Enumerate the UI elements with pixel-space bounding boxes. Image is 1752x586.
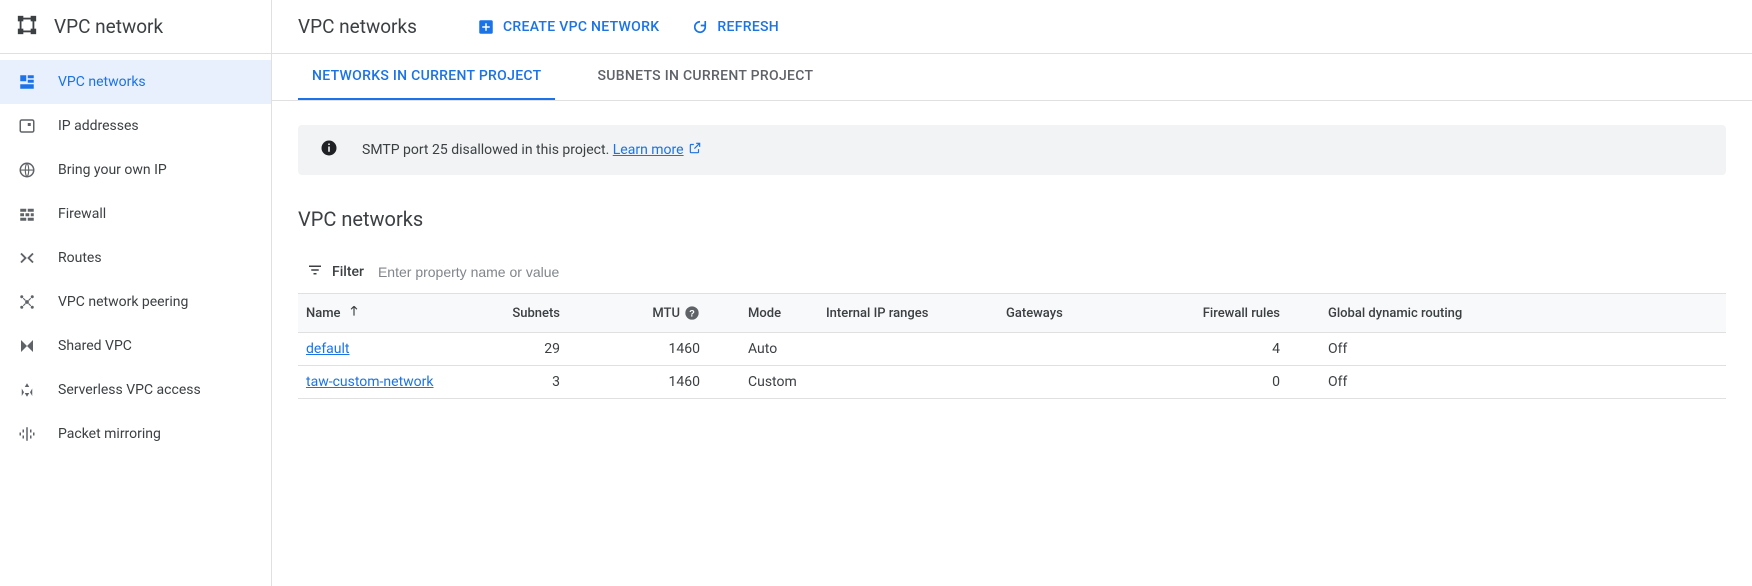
create-label: CREATE VPC NETWORK bbox=[503, 19, 659, 35]
col-name-label: Name bbox=[306, 306, 341, 321]
cell-firewall: 4 bbox=[1158, 333, 1288, 366]
network-link[interactable]: default bbox=[306, 341, 350, 357]
col-gateways[interactable]: Gateways bbox=[998, 294, 1158, 333]
cell-gateways bbox=[998, 366, 1158, 399]
sidebar-item-ip-addresses[interactable]: IP addresses bbox=[0, 104, 271, 148]
sidebar-item-vpc-networks[interactable]: VPC networks bbox=[0, 60, 271, 104]
help-icon[interactable]: ? bbox=[680, 305, 700, 321]
cell-gateways bbox=[998, 333, 1158, 366]
col-name[interactable]: Name bbox=[298, 294, 458, 333]
filter-label: Filter bbox=[332, 264, 364, 280]
sidebar-header: VPC network bbox=[0, 0, 271, 54]
sidebar-item-byoip[interactable]: Bring your own IP bbox=[0, 148, 271, 192]
sidebar-item-label: Packet mirroring bbox=[58, 426, 161, 442]
col-firewall[interactable]: Firewall rules bbox=[1158, 294, 1288, 333]
cell-mtu: 1460 bbox=[568, 366, 708, 399]
col-mtu[interactable]: MTU ? bbox=[568, 294, 708, 333]
table-row: taw-custom-network 3 1460 Custom 0 Off bbox=[298, 366, 1726, 399]
col-mode[interactable]: Mode bbox=[708, 294, 818, 333]
refresh-button[interactable]: REFRESH bbox=[691, 18, 779, 36]
learn-more-link[interactable]: Learn more bbox=[613, 142, 684, 158]
cell-routing: Off bbox=[1288, 366, 1726, 399]
filter-row: Filter bbox=[298, 251, 1726, 294]
shared-vpc-icon bbox=[16, 337, 38, 355]
section-title: VPC networks bbox=[298, 207, 1726, 231]
sidebar-title: VPC network bbox=[54, 15, 163, 38]
info-icon bbox=[320, 139, 362, 161]
sidebar-item-routes[interactable]: Routes bbox=[0, 236, 271, 280]
sidebar-item-serverless[interactable]: Serverless VPC access bbox=[0, 368, 271, 412]
col-mtu-label: MTU bbox=[652, 306, 680, 321]
sidebar-item-mirroring[interactable]: Packet mirroring bbox=[0, 412, 271, 456]
sidebar-item-label: Firewall bbox=[58, 206, 106, 222]
sort-asc-icon bbox=[347, 304, 361, 322]
sidebar-item-label: IP addresses bbox=[58, 118, 139, 134]
cell-routing: Off bbox=[1288, 333, 1726, 366]
cell-mode: Custom bbox=[708, 366, 818, 399]
sidebar-item-label: Bring your own IP bbox=[58, 162, 167, 178]
sidebar-nav: VPC networks IP addresses Bring your own… bbox=[0, 54, 271, 456]
packet-mirroring-icon bbox=[16, 425, 38, 443]
sidebar-item-peering[interactable]: VPC network peering bbox=[0, 280, 271, 324]
vpc-networks-icon bbox=[16, 73, 38, 91]
svg-text:?: ? bbox=[689, 308, 695, 318]
banner-text: SMTP port 25 disallowed in this project. bbox=[362, 142, 613, 158]
table-header-row: Name Subnets MTU ? bbox=[298, 294, 1726, 333]
vpc-network-icon bbox=[16, 14, 38, 40]
content-area: SMTP port 25 disallowed in this project.… bbox=[272, 101, 1752, 423]
tab-subnets[interactable]: SUBNETS IN CURRENT PROJECT bbox=[583, 54, 827, 100]
network-link[interactable]: taw-custom-network bbox=[306, 374, 434, 390]
tabs: NETWORKS IN CURRENT PROJECT SUBNETS IN C… bbox=[272, 54, 1752, 101]
serverless-icon bbox=[16, 381, 38, 399]
table-row: default 29 1460 Auto 4 Off bbox=[298, 333, 1726, 366]
external-link-icon bbox=[684, 141, 702, 159]
cell-firewall: 0 bbox=[1158, 366, 1288, 399]
main-content: VPC networks CREATE VPC NETWORK REFRESH … bbox=[272, 0, 1752, 586]
filter-input[interactable] bbox=[378, 264, 1726, 280]
page-title: VPC networks bbox=[298, 15, 417, 38]
info-banner: SMTP port 25 disallowed in this project.… bbox=[298, 125, 1726, 175]
filter-icon[interactable] bbox=[306, 261, 332, 283]
sidebar-item-firewall[interactable]: Firewall bbox=[0, 192, 271, 236]
cell-subnets: 29 bbox=[458, 333, 568, 366]
create-vpc-button[interactable]: CREATE VPC NETWORK bbox=[477, 18, 659, 36]
globe-icon bbox=[16, 161, 38, 179]
tab-networks[interactable]: NETWORKS IN CURRENT PROJECT bbox=[298, 54, 555, 100]
networks-table: Name Subnets MTU ? bbox=[298, 294, 1726, 399]
cell-subnets: 3 bbox=[458, 366, 568, 399]
banner-message: SMTP port 25 disallowed in this project.… bbox=[362, 141, 702, 159]
routes-icon bbox=[16, 249, 38, 267]
cell-internal-ip bbox=[818, 366, 998, 399]
cell-mtu: 1460 bbox=[568, 333, 708, 366]
sidebar-item-label: VPC networks bbox=[58, 74, 146, 90]
refresh-icon bbox=[691, 18, 709, 36]
sidebar: VPC network VPC networks IP addresses Br… bbox=[0, 0, 272, 586]
sidebar-item-label: VPC network peering bbox=[58, 294, 188, 310]
col-subnets[interactable]: Subnets bbox=[458, 294, 568, 333]
sidebar-item-shared-vpc[interactable]: Shared VPC bbox=[0, 324, 271, 368]
ip-addresses-icon bbox=[16, 117, 38, 135]
cell-internal-ip bbox=[818, 333, 998, 366]
sidebar-item-label: Routes bbox=[58, 250, 102, 266]
sidebar-item-label: Shared VPC bbox=[58, 338, 132, 354]
top-bar: VPC networks CREATE VPC NETWORK REFRESH bbox=[272, 0, 1752, 54]
sidebar-item-label: Serverless VPC access bbox=[58, 382, 201, 398]
cell-mode: Auto bbox=[708, 333, 818, 366]
firewall-icon bbox=[16, 205, 38, 223]
col-internal-ip[interactable]: Internal IP ranges bbox=[818, 294, 998, 333]
refresh-label: REFRESH bbox=[717, 19, 779, 35]
peering-icon bbox=[16, 293, 38, 311]
col-routing[interactable]: Global dynamic routing bbox=[1288, 294, 1726, 333]
plus-icon bbox=[477, 18, 495, 36]
